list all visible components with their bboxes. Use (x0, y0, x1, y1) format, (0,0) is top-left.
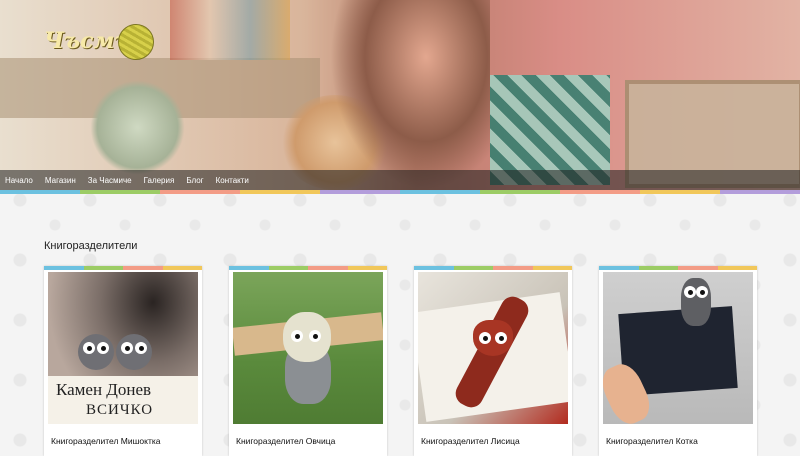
nav-item-blog[interactable]: Блог (186, 176, 203, 185)
product-image[interactable]: Камен Донев ВСИЧКО (48, 272, 198, 424)
product-card-fox[interactable]: Книгоразделител Лисица (414, 266, 572, 456)
main-navigation: Начало Магазин За Часмиче Галерия Блог К… (0, 170, 800, 190)
color-stripe (0, 190, 800, 194)
hero-banner: Чъсмъ Начало Магазин За Часмиче Галерия … (0, 0, 800, 190)
yarn-ball-icon (118, 24, 154, 60)
hero-blanket (490, 75, 610, 185)
mouse-toy-left (78, 334, 114, 370)
product-title[interactable]: Книгоразделител Мишоктка (51, 436, 161, 446)
site-logo[interactable]: Чъсмъ (14, 10, 154, 60)
nav-item-gallery[interactable]: Галерия (144, 176, 175, 185)
book-author-text: Камен Донев (56, 380, 152, 399)
hero-jars (170, 0, 290, 60)
nav-item-contacts[interactable]: Контакти (216, 176, 249, 185)
hero-plant (90, 80, 185, 175)
book-cover: Камен Донев ВСИЧКО (48, 376, 198, 424)
product-image[interactable] (233, 272, 383, 424)
book-title-text: ВСИЧКО (86, 402, 154, 418)
nav-item-about[interactable]: За Часмиче (88, 176, 132, 185)
nav-item-shop[interactable]: Магазин (45, 176, 76, 185)
product-title[interactable]: Книгоразделител Котка (606, 436, 698, 446)
product-image[interactable] (418, 272, 568, 424)
product-card-sheep[interactable]: Книгоразделител Овчица (229, 266, 387, 456)
product-card-cat[interactable]: Книгоразделител Котка (599, 266, 757, 456)
nav-item-home[interactable]: Начало (5, 176, 33, 185)
hero-person (330, 0, 490, 190)
mouse-toy-right (116, 334, 152, 370)
product-title[interactable]: Книгоразделител Лисица (421, 436, 520, 446)
product-image[interactable] (603, 272, 753, 424)
section-title: Книгоразделители (44, 240, 138, 252)
product-card-mouse[interactable]: Камен Донев ВСИЧКО Книгоразделител Мишок… (44, 266, 202, 456)
fox-head (473, 320, 513, 356)
product-title[interactable]: Книгоразделител Овчица (236, 436, 335, 446)
sheep-head (283, 312, 331, 362)
cat-toy (681, 278, 711, 326)
